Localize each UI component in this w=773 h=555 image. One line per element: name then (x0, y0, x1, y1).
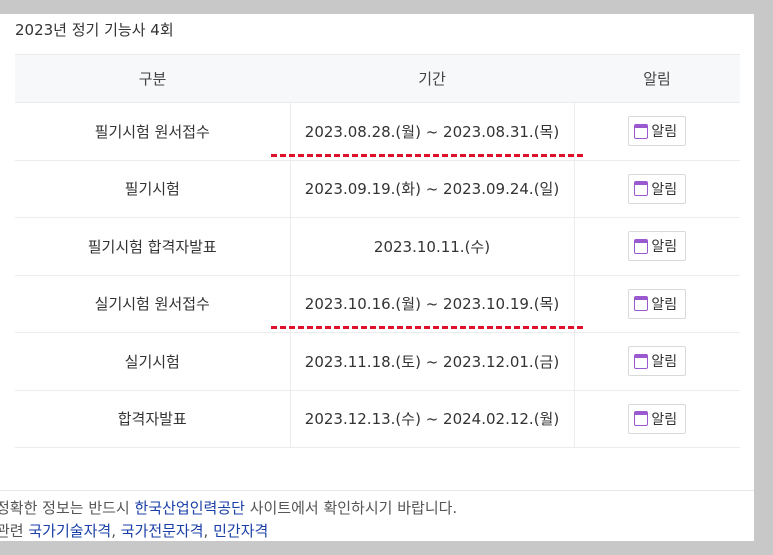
related-links: 관련 국가기술자격, 국가전문자격, 민간자격 (0, 520, 268, 541)
alarm-button[interactable]: 알림 (628, 288, 687, 319)
table-row: 실기시험 2023.11.18.(토) ~ 2023.12.01.(금) 알림 (15, 332, 740, 391)
related-separator: , (203, 522, 214, 540)
notice-text: 정확한 정보는 반드시 한국산업인력공단 사이트에서 확인하시기 바랍니다. (0, 497, 457, 518)
related-link-private[interactable]: 민간자격 (213, 522, 268, 540)
alarm-label: 알림 (651, 411, 678, 428)
row-period: 2023.09.19.(화) ~ 2023.09.24.(일) (304, 180, 560, 199)
schedule-card: 2023년 정기 기능사 4회 구분 기간 알림 필기시험 원서접수 2023.… (0, 14, 754, 541)
row-period: 2023.11.18.(토) ~ 2023.12.01.(금) (304, 352, 560, 371)
row-period: 2023.12.13.(수) ~ 2024.02.12.(월) (304, 410, 560, 429)
row-category: 합격자발표 (15, 390, 290, 448)
related-separator: , (111, 522, 121, 540)
table-row: 필기시험 합격자발표 2023.10.11.(수) 알림 (15, 217, 740, 276)
calendar-icon (634, 296, 649, 312)
row-category: 필기시험 원서접수 (15, 102, 290, 161)
alarm-button[interactable]: 알림 (628, 231, 687, 262)
related-link-national-professional[interactable]: 국가전문자격 (121, 522, 204, 540)
table-row: 필기시험 2023.09.19.(화) ~ 2023.09.24.(일) 알림 (15, 160, 740, 218)
header-alarm: 알림 (574, 54, 740, 103)
row-period: 2023.10.11.(수) (373, 237, 491, 256)
divider (0, 490, 754, 491)
alarm-button[interactable]: 알림 (628, 116, 687, 147)
table-row: 필기시험 원서접수 2023.08.28.(월) ~ 2023.08.31.(목… (15, 102, 740, 161)
section-title: 2023년 정기 기능사 4회 (15, 21, 174, 39)
calendar-icon (634, 123, 649, 139)
alarm-label: 알림 (651, 354, 678, 371)
row-category: 실기시험 원서접수 (15, 275, 290, 333)
row-category: 실기시험 (15, 332, 290, 391)
hrdkorea-link[interactable]: 한국산업인력공단 (135, 499, 245, 517)
alarm-label: 알림 (651, 296, 678, 313)
alarm-label: 알림 (651, 124, 678, 141)
alarm-label: 알림 (651, 181, 678, 198)
table-row: 합격자발표 2023.12.13.(수) ~ 2024.02.12.(월) 알림 (15, 390, 740, 448)
table-header-row: 구분 기간 알림 (15, 54, 740, 103)
alarm-button[interactable]: 알림 (628, 346, 687, 377)
calendar-icon (634, 353, 649, 369)
table-row: 실기시험 원서접수 2023.10.16.(월) ~ 2023.10.19.(목… (15, 275, 740, 333)
notice-prefix: 정확한 정보는 반드시 (0, 499, 135, 517)
calendar-icon (634, 181, 649, 197)
header-category: 구분 (15, 54, 290, 103)
header-period: 기간 (290, 54, 574, 103)
schedule-table: 구분 기간 알림 필기시험 원서접수 2023.08.28.(월) ~ 2023… (15, 54, 740, 448)
calendar-icon (634, 238, 649, 254)
row-period: 2023.08.28.(월) ~ 2023.08.31.(목) (270, 122, 584, 157)
row-period: 2023.10.16.(월) ~ 2023.10.19.(목) (270, 295, 584, 330)
notice-suffix: 사이트에서 확인하시기 바랍니다. (244, 499, 458, 517)
row-category: 필기시험 (15, 160, 290, 218)
alarm-button[interactable]: 알림 (628, 173, 687, 204)
row-category: 필기시험 합격자발표 (15, 217, 290, 276)
calendar-icon (634, 411, 649, 427)
related-link-national-technical[interactable]: 국가기술자격 (28, 522, 111, 540)
related-label: 관련 (0, 522, 24, 540)
alarm-button[interactable]: 알림 (628, 403, 687, 434)
alarm-label: 알림 (651, 239, 678, 256)
